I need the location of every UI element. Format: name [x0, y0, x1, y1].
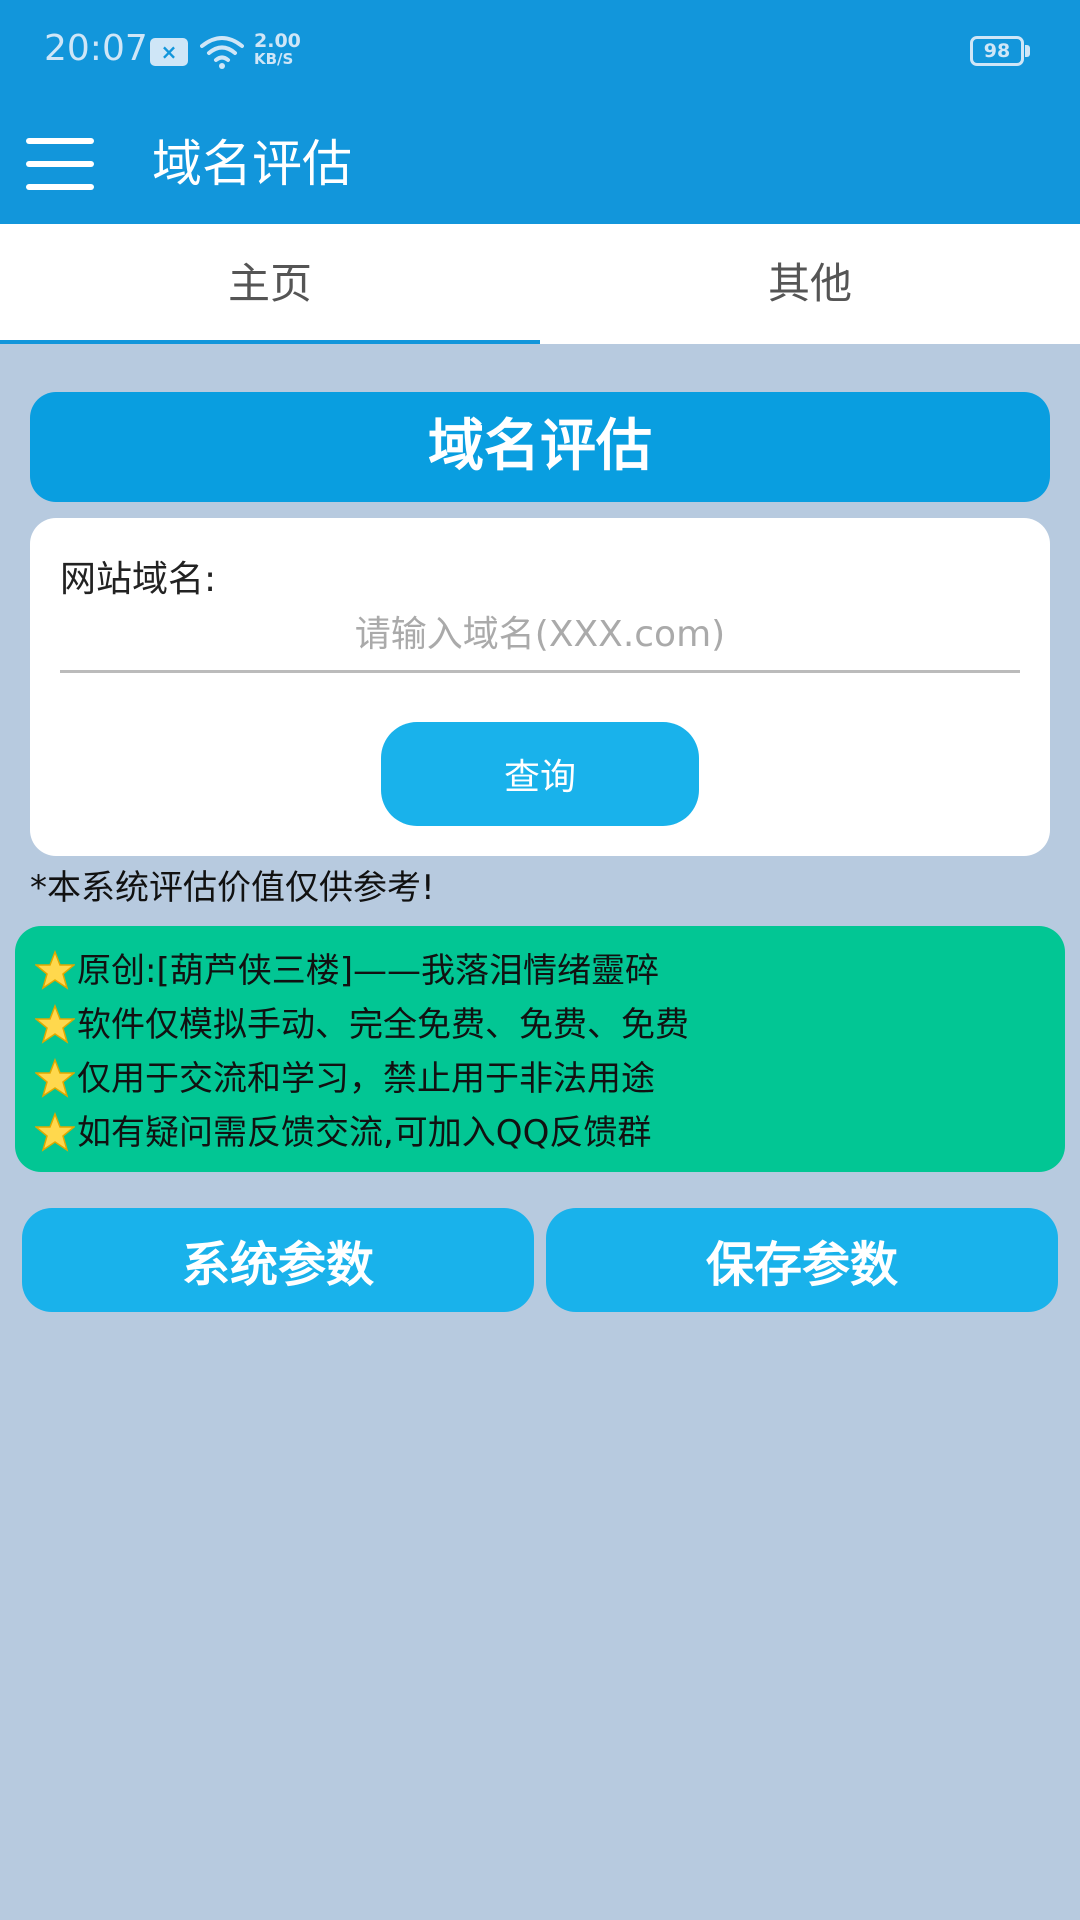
- battery-icon: 98: [970, 36, 1024, 66]
- status-time: 20:07: [44, 28, 148, 69]
- info-line-text: 软件仅模拟手动、完全免费、免费、免费: [77, 1005, 689, 1045]
- disclaimer-text: *本系统评估价值仅供参考!: [30, 868, 435, 908]
- domain-label: 网站域名:: [60, 559, 217, 600]
- info-line: 如有疑问需反馈交流,可加入QQ反馈群: [35, 1106, 1065, 1160]
- status-bar: 20:07 × 2.00 KB/S 98: [0, 0, 1080, 104]
- info-line: 软件仅模拟手动、完全免费、免费、免费: [35, 998, 1065, 1052]
- sim-card-icon: ×: [150, 38, 188, 66]
- domain-input[interactable]: [60, 598, 1020, 673]
- battery-tip: [1025, 45, 1030, 57]
- battery-level: 98: [983, 40, 1011, 62]
- wifi-icon: [200, 36, 244, 69]
- star-icon: [35, 1112, 75, 1152]
- network-speed-value: 2.00: [254, 30, 301, 52]
- star-icon: [35, 1004, 75, 1044]
- star-icon: [35, 950, 75, 990]
- save-params-button[interactable]: 保存参数: [546, 1208, 1058, 1312]
- star-icon: [35, 1058, 75, 1098]
- page-title-banner: 域名评估: [30, 392, 1050, 502]
- hamburger-menu-icon[interactable]: [20, 132, 100, 196]
- tab-active-indicator: [0, 340, 540, 344]
- tab-other[interactable]: 其他: [540, 224, 1080, 344]
- network-speed-unit: KB/S: [254, 50, 294, 68]
- domain-query-card: 网站域名: 查询: [30, 518, 1050, 856]
- info-line: 原创:[葫芦侠三楼]——我落泪情绪靈碎: [35, 944, 1065, 998]
- info-line: 仅用于交流和学习，禁止用于非法用途: [35, 1052, 1065, 1106]
- system-params-button[interactable]: 系统参数: [22, 1208, 534, 1312]
- info-line-text: 原创:[葫芦侠三楼]——我落泪情绪靈碎: [77, 951, 659, 991]
- tab-home[interactable]: 主页: [0, 224, 540, 344]
- app-bar: 域名评估: [0, 104, 1080, 224]
- tab-bar: 主页 其他: [0, 224, 1080, 344]
- info-box: 原创:[葫芦侠三楼]——我落泪情绪靈碎 软件仅模拟手动、完全免费、免费、免费 仅…: [15, 926, 1065, 1172]
- app-title: 域名评估: [152, 135, 352, 193]
- info-line-text: 仅用于交流和学习，禁止用于非法用途: [77, 1059, 655, 1099]
- query-button[interactable]: 查询: [381, 722, 699, 826]
- network-speed: 2.00 KB/S: [254, 30, 301, 69]
- info-line-text: 如有疑问需反馈交流,可加入QQ反馈群: [77, 1113, 652, 1153]
